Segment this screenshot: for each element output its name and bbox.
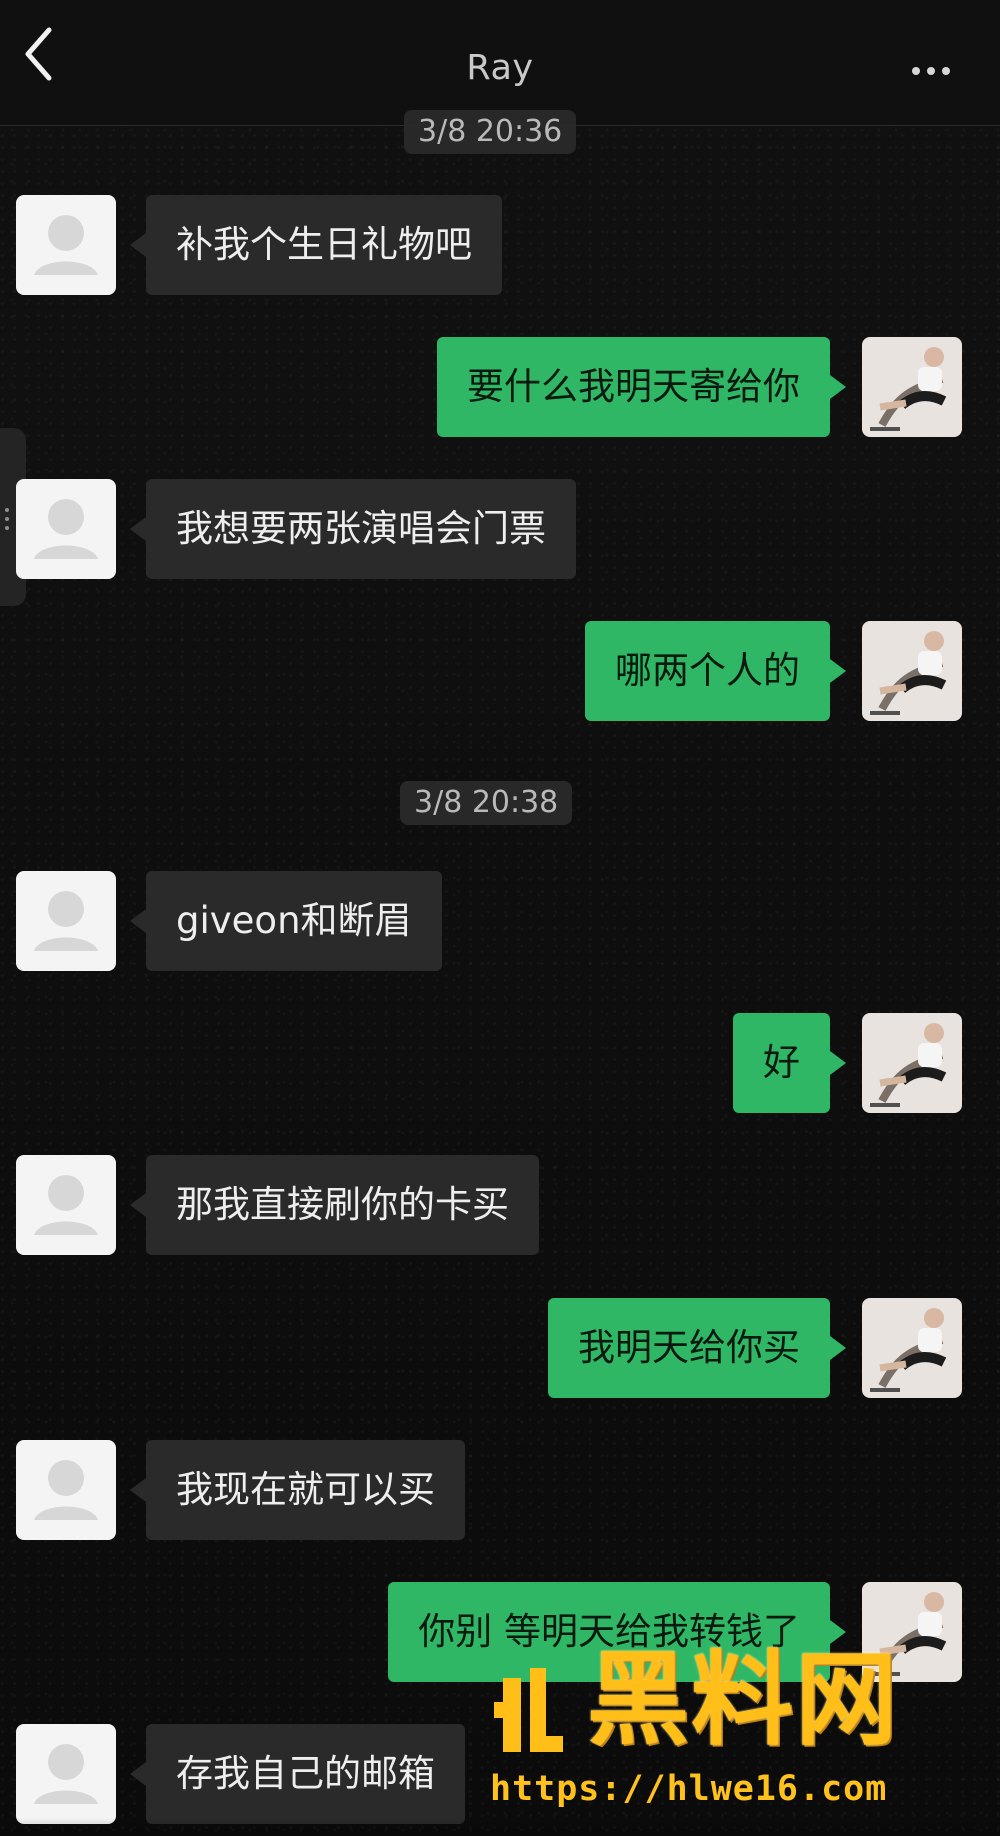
more-button[interactable] (912, 60, 962, 80)
message-bubble-left[interactable]: 补我个生日礼物吧 (130, 195, 502, 295)
contact-avatar[interactable] (16, 1724, 116, 1824)
more-horizontal-icon (942, 67, 950, 75)
user-avatar[interactable] (862, 1582, 962, 1682)
message-bubble-right[interactable]: 我明天给你买 (548, 1298, 846, 1398)
user-avatar[interactable] (862, 1298, 962, 1398)
message-bubble-right[interactable]: 你别 等明天给我转钱了 (388, 1582, 846, 1682)
watermark-url: https://hlwe16.com (490, 1769, 888, 1809)
contact-avatar[interactable] (16, 871, 116, 971)
message-bubble-left[interactable]: 我想要两张演唱会门票 (130, 479, 576, 579)
message-bubble-right[interactable]: 哪两个人的 (585, 621, 846, 721)
contact-avatar[interactable] (16, 479, 116, 579)
bottom-fade (0, 1818, 1000, 1836)
message-bubble-right[interactable]: 好 (733, 1013, 846, 1113)
user-avatar[interactable] (862, 337, 962, 437)
message-bubble-left[interactable]: 我现在就可以买 (130, 1440, 465, 1540)
user-photo-avatar (862, 337, 962, 437)
user-avatar[interactable] (862, 1013, 962, 1113)
more-horizontal-icon (927, 67, 935, 75)
chat-title: Ray (466, 48, 534, 88)
user-photo-avatar (862, 1298, 962, 1398)
timestamp-middle: 3/8 20:38 (400, 781, 573, 825)
message-bubble-right[interactable]: 要什么我明天寄给你 (437, 337, 846, 437)
timestamp-top: 3/8 20:36 (404, 110, 577, 154)
default-avatar-icon (34, 1744, 98, 1804)
handle-dot (5, 508, 9, 512)
handle-dot (5, 517, 9, 521)
default-avatar-icon (34, 891, 98, 951)
contact-avatar[interactable] (16, 1155, 116, 1255)
default-avatar-icon (34, 1460, 98, 1520)
user-photo-avatar (862, 621, 962, 721)
default-avatar-icon (34, 215, 98, 275)
more-horizontal-icon (912, 67, 920, 75)
message-bubble-left[interactable]: giveon和断眉 (130, 871, 442, 971)
user-photo-avatar (862, 1013, 962, 1113)
default-avatar-icon (34, 499, 98, 559)
contact-avatar[interactable] (16, 1440, 116, 1540)
contact-avatar[interactable] (16, 195, 116, 295)
handle-dot (5, 526, 9, 530)
message-bubble-left[interactable]: 存我自己的邮箱 (130, 1724, 465, 1824)
message-bubble-left[interactable]: 那我直接刷你的卡买 (130, 1155, 539, 1255)
chat-header: Ray (0, 0, 1000, 126)
user-avatar[interactable] (862, 621, 962, 721)
user-photo-avatar (862, 1582, 962, 1682)
default-avatar-icon (34, 1175, 98, 1235)
